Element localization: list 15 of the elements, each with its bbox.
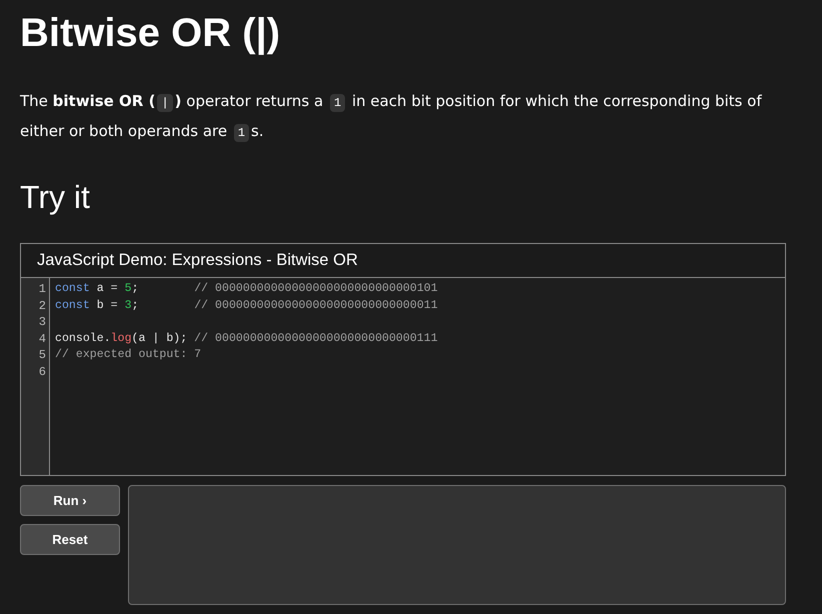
line-number: 3 [38, 314, 47, 331]
code-line: console.log(a | b); // 00000000000000000000000000000111 [55, 330, 438, 347]
code-line: const b = 3; // 00000000000000000000000000000011 [55, 298, 438, 314]
description-text: The bitwise OR ( | ) operator returns a 1 in each bit position for which the corresponding bits of either or both operands are 1 s. [20, 91, 763, 144]
code-line: const a = 5; // 00000000000000000000000000000101 [55, 281, 438, 297]
line-number: 6 [38, 364, 47, 381]
page-title: Bitwise OR (|) [20, 10, 280, 57]
line-number: 2 [38, 298, 47, 314]
run-button[interactable]: Run › [20, 485, 120, 516]
reset-button[interactable]: Reset [20, 524, 120, 555]
section-heading: Try it [20, 178, 90, 216]
line-number: 5 [38, 347, 47, 364]
code-line: // expected output: 7 [55, 347, 202, 364]
line-number: 1 [38, 281, 47, 298]
line-number: 4 [38, 330, 47, 348]
